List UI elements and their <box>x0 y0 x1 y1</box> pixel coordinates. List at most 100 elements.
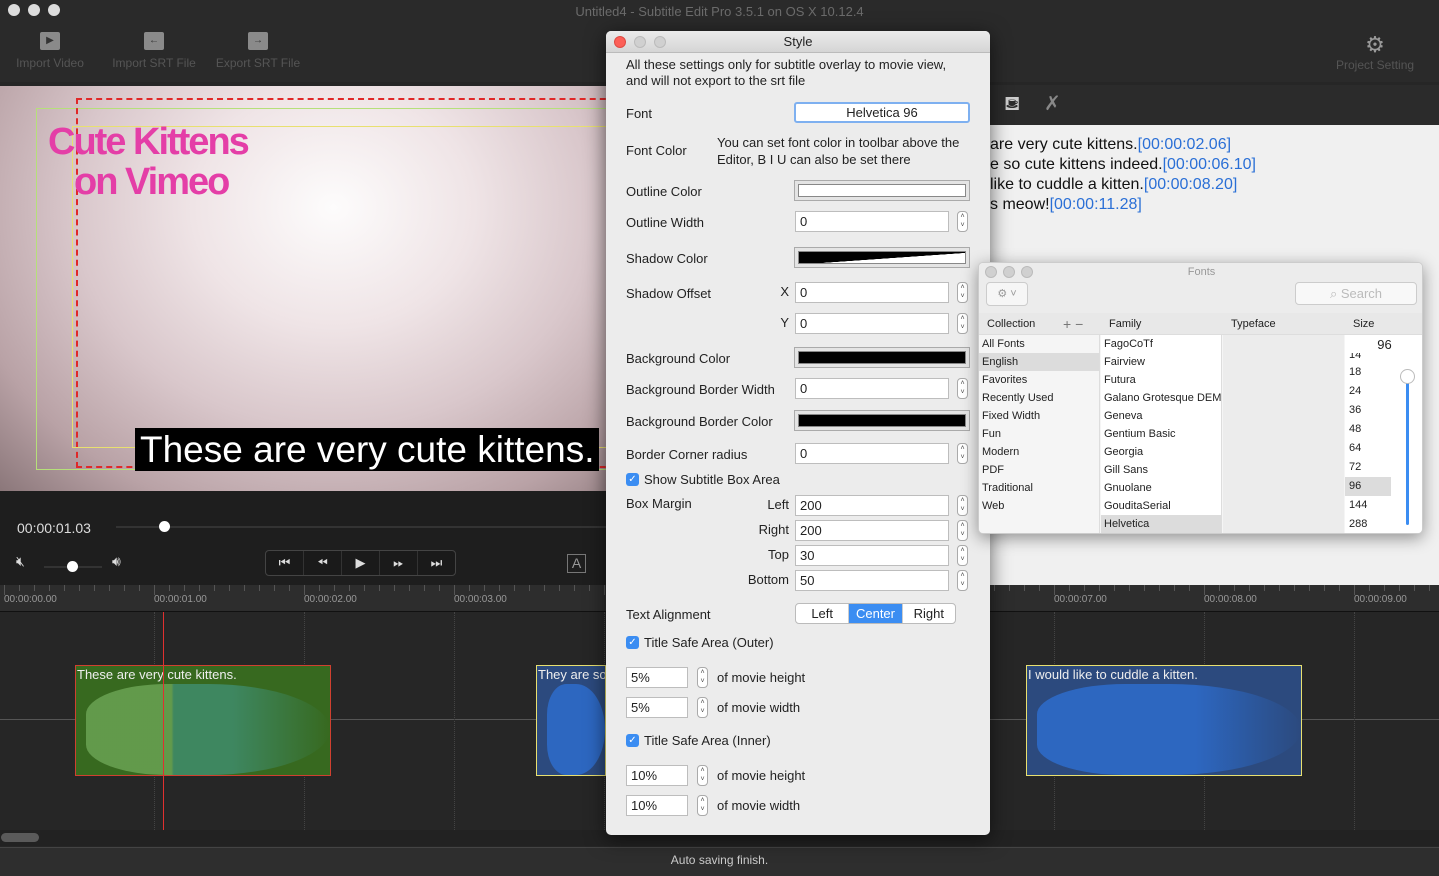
inner-h-stepper[interactable]: ˄ ˅ <box>697 765 708 786</box>
collection-item[interactable]: PDF <box>979 461 1099 479</box>
family-item[interactable]: Georgia <box>1101 443 1221 461</box>
bottom-stepper[interactable]: ˄ ˅ <box>957 570 968 591</box>
size-item[interactable]: 288 <box>1345 515 1391 533</box>
align-center[interactable]: Center <box>849 604 903 623</box>
family-item[interactable]: Gentium Basic <box>1101 425 1221 443</box>
y-stepper[interactable]: ˄ ˅ <box>957 313 968 334</box>
editor-line[interactable]: like to cuddle a kitten.[00:00:08.20] <box>990 175 1439 195</box>
family-item[interactable]: Geneva <box>1101 407 1221 425</box>
size-slider[interactable] <box>1406 375 1409 525</box>
zoom-button[interactable] <box>654 36 666 48</box>
import-srt-button[interactable]: ← Import SRT File <box>108 32 200 70</box>
subtitle-clip[interactable]: I would like to cuddle a kitten. <box>1026 665 1302 776</box>
paint-bucket-icon[interactable]: ⛾ <box>1004 93 1020 118</box>
top-field[interactable]: 30 <box>795 545 949 566</box>
inner-safe-checkbox[interactable]: ✓ <box>626 734 639 747</box>
size-item[interactable]: 24 <box>1345 382 1391 401</box>
collection-item[interactable]: Fun <box>979 425 1099 443</box>
family-item[interactable]: Fairview <box>1101 353 1221 371</box>
font-button[interactable]: Helvetica 96 <box>794 102 970 123</box>
left-stepper[interactable]: ˄ ˅ <box>957 495 968 516</box>
corner-radius-stepper[interactable]: ˄ ˅ <box>957 443 968 464</box>
text-overlay-icon[interactable]: A <box>567 554 586 573</box>
size-item[interactable]: 144 <box>1345 496 1391 515</box>
collection-item[interactable]: Recently Used <box>979 389 1099 407</box>
collection-item[interactable]: Favorites <box>979 371 1099 389</box>
size-item[interactable]: 18 <box>1345 363 1391 382</box>
fast-forward-button[interactable]: ⏩︎ <box>380 551 418 575</box>
editor-line[interactable]: s meow![00:00:11.28] <box>990 195 1439 215</box>
outer-safe-checkbox[interactable]: ✓ <box>626 636 639 649</box>
family-item[interactable]: Galano Grotesque DEMO <box>1101 389 1221 407</box>
subtitle-clip[interactable]: These are very cute kittens. <box>75 665 331 776</box>
x-stepper[interactable]: ˄ ˅ <box>957 282 968 303</box>
outline-width-field[interactable]: 0 <box>795 211 949 232</box>
subtitle-clip[interactable]: They are so cute kittens indeed. <box>536 665 606 776</box>
show-box-checkbox[interactable]: ✓ <box>626 473 639 486</box>
project-setting-button[interactable]: ⚙ Project Setting <box>1336 32 1414 72</box>
bg-border-width-field[interactable]: 0 <box>795 378 949 399</box>
collection-item[interactable]: English <box>979 353 1099 371</box>
size-slider-knob[interactable] <box>1400 369 1415 384</box>
gear-menu-button[interactable]: ⚙ ˅ <box>986 282 1028 306</box>
outer-w-field[interactable]: 5% <box>626 697 688 718</box>
seek-slider[interactable] <box>116 526 606 528</box>
clear-format-icon[interactable]: ✗ <box>1044 91 1061 116</box>
family-item[interactable]: Futura <box>1101 371 1221 389</box>
outline-width-stepper[interactable]: ˄ ˅ <box>957 211 968 232</box>
left-field[interactable]: 200 <box>795 495 949 516</box>
collection-item[interactable]: Modern <box>979 443 1099 461</box>
outline-color-well[interactable] <box>794 180 970 201</box>
play-button[interactable]: ▶ <box>342 551 380 575</box>
minimize-button[interactable] <box>634 36 646 48</box>
top-stepper[interactable]: ˄ ˅ <box>957 545 968 566</box>
bottom-field[interactable]: 50 <box>795 570 949 591</box>
family-item[interactable]: Gill Sans <box>1101 461 1221 479</box>
editor-line[interactable]: are very cute kittens.[00:00:02.06] <box>990 135 1439 155</box>
rewind-button[interactable]: ⏪︎ <box>304 551 342 575</box>
family-item[interactable]: FagoCoTf <box>1101 335 1221 353</box>
font-search-input[interactable]: ⌕ Search <box>1295 282 1417 305</box>
size-item[interactable]: 64 <box>1345 439 1391 458</box>
size-item[interactable]: 36 <box>1345 401 1391 420</box>
collection-item[interactable]: Traditional <box>979 479 1099 497</box>
right-field[interactable]: 200 <box>795 520 949 541</box>
inner-h-field[interactable]: 10% <box>626 765 688 786</box>
mute-icon[interactable]: 🔇︎ <box>16 553 25 570</box>
outer-w-stepper[interactable]: ˄ ˅ <box>697 697 708 718</box>
size-input[interactable]: 96 <box>1345 335 1422 355</box>
collection-item[interactable]: All Fonts <box>979 335 1099 353</box>
family-item[interactable]: Helvetica <box>1101 515 1221 533</box>
skip-end-button[interactable]: ⏭︎ <box>418 551 455 575</box>
align-left[interactable]: Left <box>796 604 850 623</box>
volume-icon[interactable]: 🔊︎ <box>112 553 121 570</box>
corner-radius-field[interactable]: 0 <box>795 443 949 464</box>
collection-item[interactable]: Fixed Width <box>979 407 1099 425</box>
outer-h-stepper[interactable]: ˄ ˅ <box>697 667 708 688</box>
size-item[interactable]: 14 <box>1345 353 1391 363</box>
volume-knob[interactable] <box>67 561 78 572</box>
collection-item[interactable]: Web <box>979 497 1099 515</box>
seek-knob[interactable] <box>159 521 170 532</box>
scrollbar-thumb[interactable] <box>1 833 39 842</box>
bg-border-width-stepper[interactable]: ˄ ˅ <box>957 378 968 399</box>
inner-w-field[interactable]: 10% <box>626 795 688 816</box>
size-item[interactable]: 48 <box>1345 420 1391 439</box>
family-item[interactable]: Gnuolane <box>1101 479 1221 497</box>
outer-h-field[interactable]: 5% <box>626 667 688 688</box>
add-remove-collection-buttons[interactable]: + − <box>1063 313 1083 335</box>
export-srt-button[interactable]: → Export SRT File <box>212 32 304 70</box>
align-right[interactable]: Right <box>903 604 955 623</box>
right-stepper[interactable]: ˄ ˅ <box>957 520 968 541</box>
playhead[interactable] <box>163 612 164 830</box>
skip-start-button[interactable]: ⏮︎ <box>266 551 304 575</box>
y-field[interactable]: 0 <box>795 313 949 334</box>
close-button[interactable] <box>614 36 626 48</box>
size-item[interactable]: 72 <box>1345 458 1391 477</box>
bg-border-color-well[interactable] <box>794 410 970 431</box>
editor-line[interactable]: e so cute kittens indeed.[00:00:06.10] <box>990 155 1439 175</box>
inner-w-stepper[interactable]: ˄ ˅ <box>697 795 708 816</box>
video-preview[interactable]: Cute Kittens on Vimeo These are very cute… <box>0 86 606 491</box>
import-video-button[interactable]: ▶ Import Video <box>10 32 90 70</box>
x-field[interactable]: 0 <box>795 282 949 303</box>
